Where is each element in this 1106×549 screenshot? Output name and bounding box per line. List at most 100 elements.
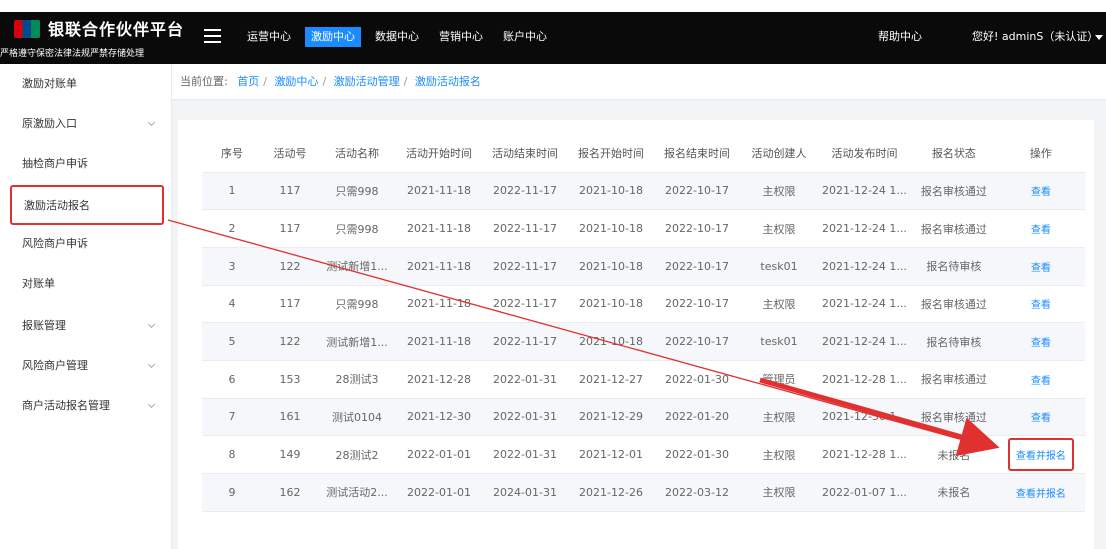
table-cell: 161 — [262, 398, 318, 437]
sidebar-item-incentive-statement[interactable]: 激励对账单 — [0, 64, 172, 104]
table-row: 6 153 28测试3 2021-12-28 2022-01-31 2021-12-27 2… — [202, 360, 1085, 399]
col-signup-start: 报名开始时间 — [568, 134, 654, 173]
table-cell: 2022-03-12 — [654, 473, 740, 512]
table-panel: 序号 活动号 活动名称 活动开始时间 活动结束时间 报名开始时间 报名结束时间 … — [178, 120, 1094, 549]
table-cell: 2021-11-18 — [396, 172, 482, 211]
table-cell: 2022-01-07 1... — [818, 473, 911, 512]
table-cell: tesk01 — [740, 247, 818, 286]
nav-marketing-center[interactable]: 营销中心 — [433, 27, 489, 47]
sidebar-item-risk-merchant-management[interactable]: 风险商户管理 — [0, 346, 172, 386]
table-cell: 153 — [262, 360, 318, 399]
table-cell: 2 — [202, 209, 262, 248]
table-cell: tesk01 — [740, 322, 818, 361]
breadcrumb-home[interactable]: 首页 — [237, 75, 259, 88]
table-cell: 2021-12-28 — [396, 360, 482, 399]
table-cell: 2021-10-18 — [568, 247, 654, 286]
table-cell: 8 — [202, 435, 262, 474]
table-cell: 2021-12-24 1... — [818, 209, 911, 248]
table-cell: 报名待审核 — [910, 322, 997, 361]
breadcrumb-current-page: 激励活动报名 — [414, 75, 481, 88]
table-cell: 只需998 — [318, 209, 396, 248]
table-cell: 1 — [202, 172, 262, 211]
table-cell: 2021-11-18 — [396, 247, 482, 286]
row-action-link[interactable]: 查看 — [996, 285, 1085, 324]
table-cell: 2022-01-30 — [654, 360, 740, 399]
table-cell: 2021-10-18 — [568, 322, 654, 361]
row-action-link[interactable]: 查看 — [996, 172, 1085, 211]
sidebar-item-label: 报账管理 — [22, 319, 66, 332]
table-cell: 117 — [262, 285, 318, 324]
sidebar-item-label: 风险商户管理 — [22, 359, 88, 372]
nav-incentive-center[interactable]: 激励中心 — [305, 27, 361, 47]
table-cell: 7 — [202, 398, 262, 437]
table-cell: 2022-11-17 — [482, 209, 568, 248]
table-cell: 主权限 — [740, 473, 818, 512]
table-cell: 测试0104 — [318, 398, 396, 437]
table-cell: 2022-01-31 — [482, 398, 568, 437]
breadcrumb-incentive-center[interactable]: 激励中心 — [274, 75, 318, 88]
help-center-link[interactable]: 帮助中心 — [878, 27, 922, 47]
table-cell: 2021-12-24 1... — [818, 247, 911, 286]
col-activity-id: 活动号 — [262, 134, 318, 173]
table-header-row: 序号 活动号 活动名称 活动开始时间 活动结束时间 报名开始时间 报名结束时间 … — [202, 134, 1085, 173]
table-cell: 2022-11-17 — [482, 322, 568, 361]
row-action-link[interactable]: 查看 — [996, 398, 1085, 437]
row-action-link[interactable]: 查看并报名 — [996, 435, 1085, 474]
table-row: 9 162 测试活动2... 2022-01-01 2024-01-31 2021-12-… — [202, 473, 1085, 512]
row-action-link[interactable]: 查看 — [996, 209, 1085, 248]
col-actions: 操作 — [996, 134, 1085, 173]
table-cell: 3 — [202, 247, 262, 286]
nav-data-center[interactable]: 数据中心 — [369, 27, 425, 47]
table-cell: 2022-01-31 — [482, 360, 568, 399]
table-cell: 主权限 — [740, 435, 818, 474]
chevron-down-icon[interactable] — [1095, 35, 1103, 40]
table-cell: 报名审核通过 — [910, 209, 997, 248]
sidebar: 激励对账单 原激励入口 抽检商户申诉 激励活动报名 风险商户申诉 对账单 报账管… — [0, 64, 172, 549]
table-cell: 2021-12-24 1... — [818, 322, 911, 361]
table-cell: 2021-10-18 — [568, 172, 654, 211]
hamburger-menu-icon[interactable] — [204, 29, 221, 43]
activity-table: 序号 活动号 活动名称 活动开始时间 活动结束时间 报名开始时间 报名结束时间 … — [202, 134, 1085, 512]
col-index: 序号 — [202, 134, 262, 173]
table-cell: 2021-10-18 — [568, 209, 654, 248]
sidebar-item-label: 激励活动报名 — [24, 199, 90, 212]
table-row: 2 117 只需998 2021-11-18 2022-11-17 2021-10-18 2… — [202, 209, 1085, 248]
table-cell: 主权限 — [740, 285, 818, 324]
chevron-down-icon — [147, 118, 156, 127]
table-cell: 6 — [202, 360, 262, 399]
sidebar-item-reimbursement[interactable]: 报账管理 — [0, 306, 172, 346]
row-action-link[interactable]: 查看 — [996, 247, 1085, 286]
table-row: 3 122 测试新增1... 2021-11-18 2022-11-17 2021-10-… — [202, 247, 1085, 286]
table-cell: 117 — [262, 209, 318, 248]
table-cell: 2021-12-30 — [396, 398, 482, 437]
table-cell: 2021-11-18 — [396, 285, 482, 324]
nav-operations-center[interactable]: 运营中心 — [241, 27, 297, 47]
table-cell: 2022-10-17 — [654, 285, 740, 324]
sidebar-item-incentive-activity-signup[interactable]: 激励活动报名 — [10, 185, 164, 225]
table-cell: 管理员 — [740, 360, 818, 399]
chevron-down-icon — [147, 320, 156, 329]
table-cell: 未报名 — [910, 473, 997, 512]
user-menu[interactable]: 您好! adminS（未认证） — [972, 27, 1098, 47]
sidebar-item-merchant-activity-signup[interactable]: 商户活动报名管理 — [0, 386, 172, 426]
table-cell: 2021-11-18 — [396, 322, 482, 361]
row-action-link[interactable]: 查看并报名 — [996, 473, 1085, 512]
sidebar-item-original-incentive[interactable]: 原激励入口 — [0, 104, 172, 144]
sidebar-item-spot-check-appeal[interactable]: 抽检商户申诉 — [0, 144, 172, 184]
highlighted-signup-link[interactable]: 查看并报名 — [1007, 438, 1074, 472]
row-action-link[interactable]: 查看 — [996, 360, 1085, 399]
main-content: 当前位置: 首页 / 激励中心 / 激励活动管理 / 激励活动报名 序号 活动号 活动… — [172, 64, 1106, 549]
table-cell: 2021-12-26 — [568, 473, 654, 512]
table-cell: 主权限 — [740, 172, 818, 211]
breadcrumb-incentive-activity-management[interactable]: 激励活动管理 — [334, 75, 400, 88]
table-cell: 只需998 — [318, 285, 396, 324]
col-publish-time: 活动发布时间 — [818, 134, 911, 173]
col-activity-start: 活动开始时间 — [396, 134, 482, 173]
table-cell: 2021-12-24 1... — [818, 285, 911, 324]
sidebar-item-statement[interactable]: 对账单 — [0, 264, 172, 304]
row-action-link[interactable]: 查看 — [996, 322, 1085, 361]
nav-account-center[interactable]: 账户中心 — [497, 27, 553, 47]
table-cell: 2021-12-27 — [568, 360, 654, 399]
table-cell: 2024-01-31 — [482, 473, 568, 512]
sidebar-item-risk-merchant-appeal[interactable]: 风险商户申诉 — [0, 224, 172, 264]
